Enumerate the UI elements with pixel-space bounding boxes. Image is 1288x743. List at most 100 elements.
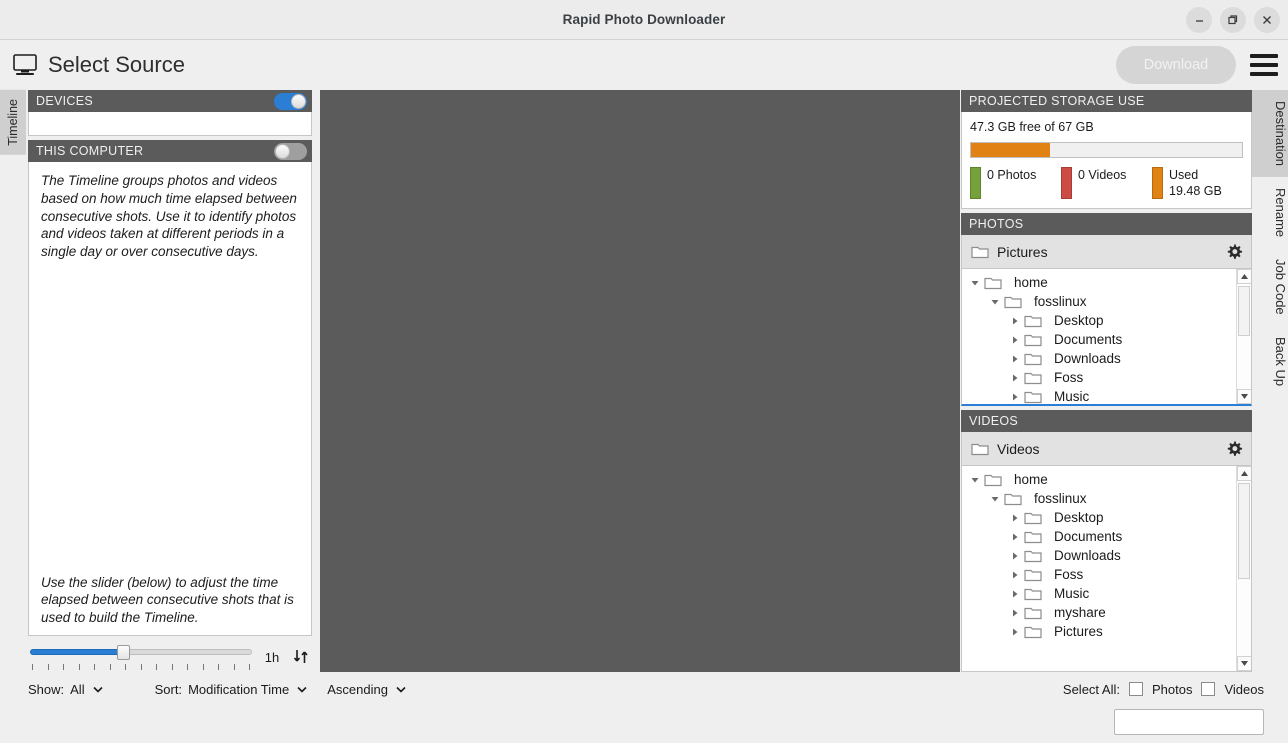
timeline-slider-value: 1h bbox=[264, 649, 280, 665]
photos-tree-scrollbar[interactable] bbox=[1236, 269, 1251, 404]
download-button[interactable]: Download bbox=[1116, 46, 1236, 84]
videos-folder-tree[interactable]: home fosslinux Desktop Documents Downloads Fo… bbox=[961, 466, 1252, 672]
storage-legend: 0 Photos 0 Videos Used 19.48 GB bbox=[970, 167, 1243, 199]
triangle-right-icon[interactable] bbox=[1008, 335, 1022, 345]
tab-destination[interactable]: Destination bbox=[1252, 90, 1288, 178]
status-text-input[interactable] bbox=[1114, 709, 1264, 735]
tree-row-label: Music bbox=[1054, 389, 1090, 404]
triangle-right-icon[interactable] bbox=[1008, 373, 1022, 383]
tree-row[interactable]: Downloads bbox=[962, 349, 1236, 368]
storage-usage-bar bbox=[970, 142, 1243, 158]
tree-row[interactable]: home bbox=[962, 273, 1236, 292]
sort-value[interactable]: Modification Time bbox=[188, 682, 289, 697]
tree-row[interactable]: Music bbox=[962, 584, 1236, 603]
tab-back-up-label: Back Up bbox=[1273, 336, 1288, 386]
triangle-down-icon[interactable] bbox=[988, 297, 1002, 307]
timeline-slider[interactable] bbox=[30, 644, 252, 670]
minimize-button[interactable] bbox=[1186, 7, 1212, 33]
folder-icon bbox=[984, 472, 1008, 487]
tree-row-label: fosslinux bbox=[1034, 491, 1087, 506]
triangle-down-icon[interactable] bbox=[968, 278, 982, 288]
triangle-right-icon[interactable] bbox=[1008, 354, 1022, 364]
triangle-down-icon[interactable] bbox=[968, 475, 982, 485]
photos-folder-tree[interactable]: home fosslinux Desktop Documents Downloads Fo… bbox=[961, 269, 1252, 406]
tree-row[interactable]: Foss bbox=[962, 368, 1236, 387]
tree-row[interactable]: myshare bbox=[962, 603, 1236, 622]
scroll-down-arrow-icon[interactable] bbox=[1236, 656, 1251, 671]
legend-videos-label: 0 Videos bbox=[1078, 168, 1127, 182]
videos-tree-scrollbar[interactable] bbox=[1236, 466, 1251, 671]
photos-folder-row[interactable]: Pictures bbox=[961, 235, 1252, 269]
sort-label: Sort: bbox=[154, 681, 183, 697]
photos-scroll-trough[interactable] bbox=[1237, 284, 1251, 389]
triangle-right-icon[interactable] bbox=[1008, 316, 1022, 326]
tree-row[interactable]: Desktop bbox=[962, 508, 1236, 527]
legend-item-videos: 0 Videos bbox=[1061, 167, 1152, 199]
triangle-right-icon[interactable] bbox=[1008, 532, 1022, 542]
triangle-right-icon[interactable] bbox=[1008, 392, 1022, 402]
close-button[interactable] bbox=[1254, 7, 1280, 33]
maximize-button[interactable] bbox=[1220, 7, 1246, 33]
tree-row[interactable]: Foss bbox=[962, 565, 1236, 584]
chevron-down-icon[interactable] bbox=[91, 682, 105, 696]
hamburger-menu-icon[interactable] bbox=[1250, 54, 1278, 76]
timeline-help-bottom: Use the slider (below) to adjust the tim… bbox=[41, 574, 294, 626]
tree-row[interactable]: Pictures bbox=[962, 622, 1236, 641]
select-all-videos-checkbox[interactable] bbox=[1201, 682, 1216, 696]
this-computer-toggle[interactable] bbox=[274, 142, 307, 160]
tree-row[interactable]: fosslinux bbox=[962, 292, 1236, 311]
timeline-help-top: The Timeline groups photos and videos ba… bbox=[41, 173, 297, 260]
storage-free-text: 47.3 GB free of 67 GB bbox=[970, 120, 1094, 134]
select-all-photos-checkbox[interactable] bbox=[1129, 682, 1143, 696]
scroll-up-arrow-icon[interactable] bbox=[1236, 466, 1251, 481]
timeline-slider-thumb[interactable] bbox=[116, 645, 130, 660]
folder-icon bbox=[1004, 493, 1022, 506]
tree-row-label: Foss bbox=[1054, 567, 1084, 582]
tree-row[interactable]: fosslinux bbox=[962, 489, 1236, 508]
gear-icon[interactable] bbox=[1226, 440, 1243, 457]
tab-job-code[interactable]: Job Code bbox=[1252, 248, 1288, 326]
tree-row[interactable]: Desktop bbox=[962, 311, 1236, 330]
tree-row[interactable]: Documents bbox=[962, 527, 1236, 546]
tab-rename[interactable]: Rename bbox=[1252, 177, 1288, 248]
folder-icon bbox=[1004, 294, 1028, 309]
tree-row-label: Desktop bbox=[1054, 510, 1104, 525]
triangle-right-icon[interactable] bbox=[1008, 608, 1022, 618]
sort-order-value[interactable]: Ascending bbox=[327, 682, 388, 697]
chevron-down-icon[interactable] bbox=[295, 682, 309, 696]
triangle-down-icon[interactable] bbox=[988, 494, 1002, 504]
tab-back-up[interactable]: Back Up bbox=[1252, 326, 1288, 397]
tree-row[interactable]: Downloads bbox=[962, 546, 1236, 565]
devices-toggle[interactable] bbox=[274, 92, 307, 110]
folder-icon bbox=[1024, 351, 1048, 366]
tree-row[interactable]: Documents bbox=[962, 330, 1236, 349]
videos-scroll-trough[interactable] bbox=[1237, 481, 1251, 656]
triangle-right-icon[interactable] bbox=[1008, 570, 1022, 580]
triangle-right-icon[interactable] bbox=[1008, 551, 1022, 561]
scroll-down-arrow-icon[interactable] bbox=[1236, 389, 1251, 404]
folder-icon bbox=[1024, 332, 1048, 347]
tree-row[interactable]: Music bbox=[962, 387, 1236, 404]
sort-direction-icon[interactable] bbox=[292, 648, 310, 666]
triangle-right-icon bbox=[1013, 571, 1018, 578]
videos-folder-row[interactable]: Videos bbox=[961, 432, 1252, 466]
folder-icon bbox=[1024, 370, 1048, 385]
videos-scroll-thumb[interactable] bbox=[1238, 483, 1250, 580]
triangle-right-icon[interactable] bbox=[1008, 627, 1022, 637]
photos-scroll-thumb[interactable] bbox=[1238, 286, 1250, 337]
thumbnail-grid-area[interactable] bbox=[320, 90, 960, 672]
folder-icon bbox=[1024, 626, 1042, 639]
status-bar-row-2 bbox=[0, 706, 1288, 735]
triangle-right-icon[interactable] bbox=[1008, 513, 1022, 523]
tab-timeline-label: Timeline bbox=[6, 99, 20, 146]
gear-icon[interactable] bbox=[1226, 243, 1243, 260]
folder-icon bbox=[1004, 296, 1022, 309]
tab-timeline[interactable]: Timeline bbox=[0, 90, 26, 155]
show-value[interactable]: All bbox=[70, 682, 84, 697]
tree-row[interactable]: home bbox=[962, 470, 1236, 489]
chevron-down-icon[interactable] bbox=[394, 682, 408, 696]
folder-icon bbox=[1024, 624, 1048, 639]
legend-swatch-photos bbox=[970, 167, 981, 199]
triangle-right-icon[interactable] bbox=[1008, 589, 1022, 599]
scroll-up-arrow-icon[interactable] bbox=[1236, 269, 1251, 284]
